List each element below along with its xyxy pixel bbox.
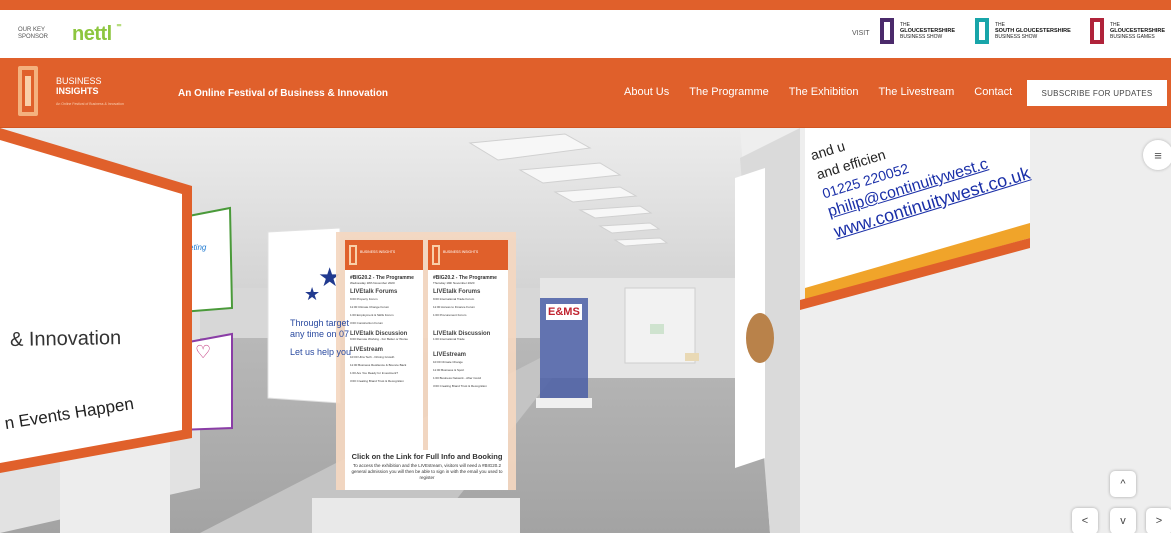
brand-subtitle: An Online Festival of Business & Innovat… <box>56 102 124 106</box>
ems-logo: E&MS <box>548 306 580 318</box>
nettl-logo-text: nettl <box>72 22 112 45</box>
col1-item3-3: 3:00 Creating Brand Trust & Recognition <box>350 379 404 383</box>
gloucestershire-business-games-logo[interactable]: THE GLOUCESTERSHIRE BUSINESS GAMES <box>1090 18 1165 44</box>
turn-right-button[interactable]: > <box>1146 508 1171 533</box>
sgbs-text: THE SOUTH GLOUCESTERSHIRE BUSINESS SHOW <box>995 22 1071 40</box>
col2-item1-2: 1:00 Procurement Forum <box>433 313 467 317</box>
col2-item3-0: 10:00 Climate Change <box>433 360 463 364</box>
nettl-dots-icon: ▪▪ <box>116 19 121 30</box>
hamburger-menu-button[interactable]: ≡ <box>1143 140 1171 170</box>
white-board-text: Through target any time on 07 Let us hel… <box>290 318 351 358</box>
page: OUR KEY SPONSOR nettl ▪▪ VISIT THE GLOUCE… <box>0 0 1171 533</box>
col2-item1-0: 9:00 International Trade Forum <box>433 297 475 301</box>
col1-item3-2: 1:00 Are You Ready for Investment? <box>350 371 399 375</box>
move-forward-button[interactable]: ^ <box>1110 471 1136 497</box>
col1-items3: 10:00 Ultra Tech - Driving Growth 11:00 … <box>350 353 422 385</box>
col1-item1-1: 11:00 Climate Change Forum <box>350 305 390 309</box>
col2-item3-3: 3:00 Creating Brand Trust & Recognition <box>433 384 487 388</box>
nav-the-exhibition[interactable]: The Exhibition <box>789 86 859 98</box>
move-back-button[interactable]: v <box>1110 508 1136 533</box>
business-insights-mark-icon <box>18 66 38 116</box>
key-sponsor-label: OUR KEY SPONSOR <box>18 27 49 40</box>
nav-about-us[interactable]: About Us <box>624 86 669 98</box>
col1-item3-0: 10:00 Ultra Tech - Driving Growth <box>350 355 395 359</box>
left-board-text-1: & Innovation <box>9 327 122 351</box>
chevron-left-icon: < <box>1081 515 1089 527</box>
nav-the-livestream[interactable]: The Livestream <box>878 86 954 98</box>
brand-line1: BUSINESS <box>56 76 102 86</box>
col1-item2-0: 9:00 Remote Working - For Better or Wors… <box>350 337 408 341</box>
programme-footer-title: Click on the Link for Full Info and Book… <box>351 452 503 461</box>
chevron-up-icon: ^ <box>1120 478 1126 490</box>
hamburger-icon: ≡ <box>1154 147 1162 163</box>
sponsor-bar: OUR KEY SPONSOR nettl ▪▪ VISIT THE GLOUCE… <box>0 10 1171 58</box>
gbs-mark-icon <box>880 18 894 44</box>
gloucestershire-business-show-logo[interactable]: THE GLOUCESTERSHIRE BUSINESS SHOW <box>880 18 955 44</box>
chevron-down-icon: v <box>1120 515 1126 527</box>
col2-item3-2: 1:00 Business Network - After Covid <box>433 376 482 380</box>
virtual-exhibition-view[interactable]: keting ♡ ★ ★ & Innovation n Events Happe… <box>0 128 1171 533</box>
programme-col1-content: #BIG20.2 - The Programme Wednesday 18th … <box>350 276 422 385</box>
tagline: An Online Festival of Business & Innovat… <box>178 88 389 99</box>
turn-left-button[interactable]: < <box>1072 508 1098 533</box>
programme-col2-content: #BIG20.2 - The Programme Thursday 19th N… <box>433 276 507 390</box>
sgbs-mark-icon <box>975 18 989 44</box>
white-board-line1: Through target <box>290 318 350 328</box>
white-board-line2: any time on 07 <box>290 329 350 339</box>
chevron-right-icon: > <box>1155 515 1163 527</box>
visit-label: VISIT <box>852 30 870 37</box>
site-header: BUSINESS INSIGHTS An Online Festival of … <box>0 58 1171 128</box>
col2-item3-1: 11:00 Business & Sport <box>433 368 465 372</box>
nav-contact[interactable]: Contact <box>974 86 1012 98</box>
col1-date: Wednesday 18th November 2020 <box>350 281 395 285</box>
col2-items3: 10:00 Climate Change 11:00 Business & Sp… <box>433 358 507 390</box>
nav-the-programme[interactable]: The Programme <box>689 86 768 98</box>
col1-item1-0: 9:00 Property Forum <box>350 297 378 301</box>
programme-brand-1: BUSINESS INSIGHTS <box>360 250 396 254</box>
col2-item1-1: 11:00 Access to Finance Forum <box>433 305 475 309</box>
heart-icon: ♡ <box>195 342 211 362</box>
programme-footer-text: Click on the Link for Full Info and Book… <box>347 452 507 481</box>
brand-name: BUSINESS INSIGHTS <box>56 76 102 96</box>
white-board-line3: Let us help you <box>290 347 352 357</box>
col2-items1: 9:00 International Trade Forum 11:00 Acc… <box>433 295 507 319</box>
col1-items1: 9:00 Property Forum 11:00 Climate Change… <box>350 295 422 327</box>
gbg-text: THE GLOUCESTERSHIRE BUSINESS GAMES <box>1110 22 1165 40</box>
brand-line2: INSIGHTS <box>56 86 99 96</box>
far-poster-2 <box>685 353 699 361</box>
right-exhibitor-image <box>746 313 774 363</box>
gbs-text: THE GLOUCESTERSHIRE BUSINESS SHOW <box>900 22 955 40</box>
far-poster <box>650 324 664 334</box>
south-gloucestershire-business-show-logo[interactable]: THE SOUTH GLOUCESTERSHIRE BUSINESS SHOW <box>975 18 1071 44</box>
blue-star-small-icon: ★ <box>304 284 320 304</box>
ems-base <box>536 398 592 408</box>
kiosk-base <box>312 498 520 533</box>
programme-footer-desc: To access the exhibition and the LIVEstr… <box>351 463 503 480</box>
programme-brand-2: BUSINESS INSIGHTS <box>443 250 479 254</box>
col1-item1-3: 3:00 Construction Forum <box>350 321 384 325</box>
gbg-mark-icon <box>1090 18 1104 44</box>
col2-item2-0: 1:00 International Trade <box>433 337 465 341</box>
gbg-type: BUSINESS GAMES <box>1110 34 1155 40</box>
main-nav: About Us The Programme The Exhibition Th… <box>624 86 1012 98</box>
col1-item3-1: 11:00 Business Resilience & Bounce Back <box>350 363 407 367</box>
white-board[interactable] <box>267 227 341 404</box>
col2-date: Thursday 19th November 2020 <box>433 281 475 285</box>
col1-item1-2: 1:00 Employment & Skills Forum <box>350 313 394 317</box>
gbs-type: BUSINESS SHOW <box>900 34 943 40</box>
sgbs-type: BUSINESS SHOW <box>995 34 1038 40</box>
nettl-logo[interactable]: nettl ▪▪ <box>72 20 122 46</box>
subscribe-button[interactable]: SUBSCRIBE FOR UPDATES <box>1027 80 1167 106</box>
